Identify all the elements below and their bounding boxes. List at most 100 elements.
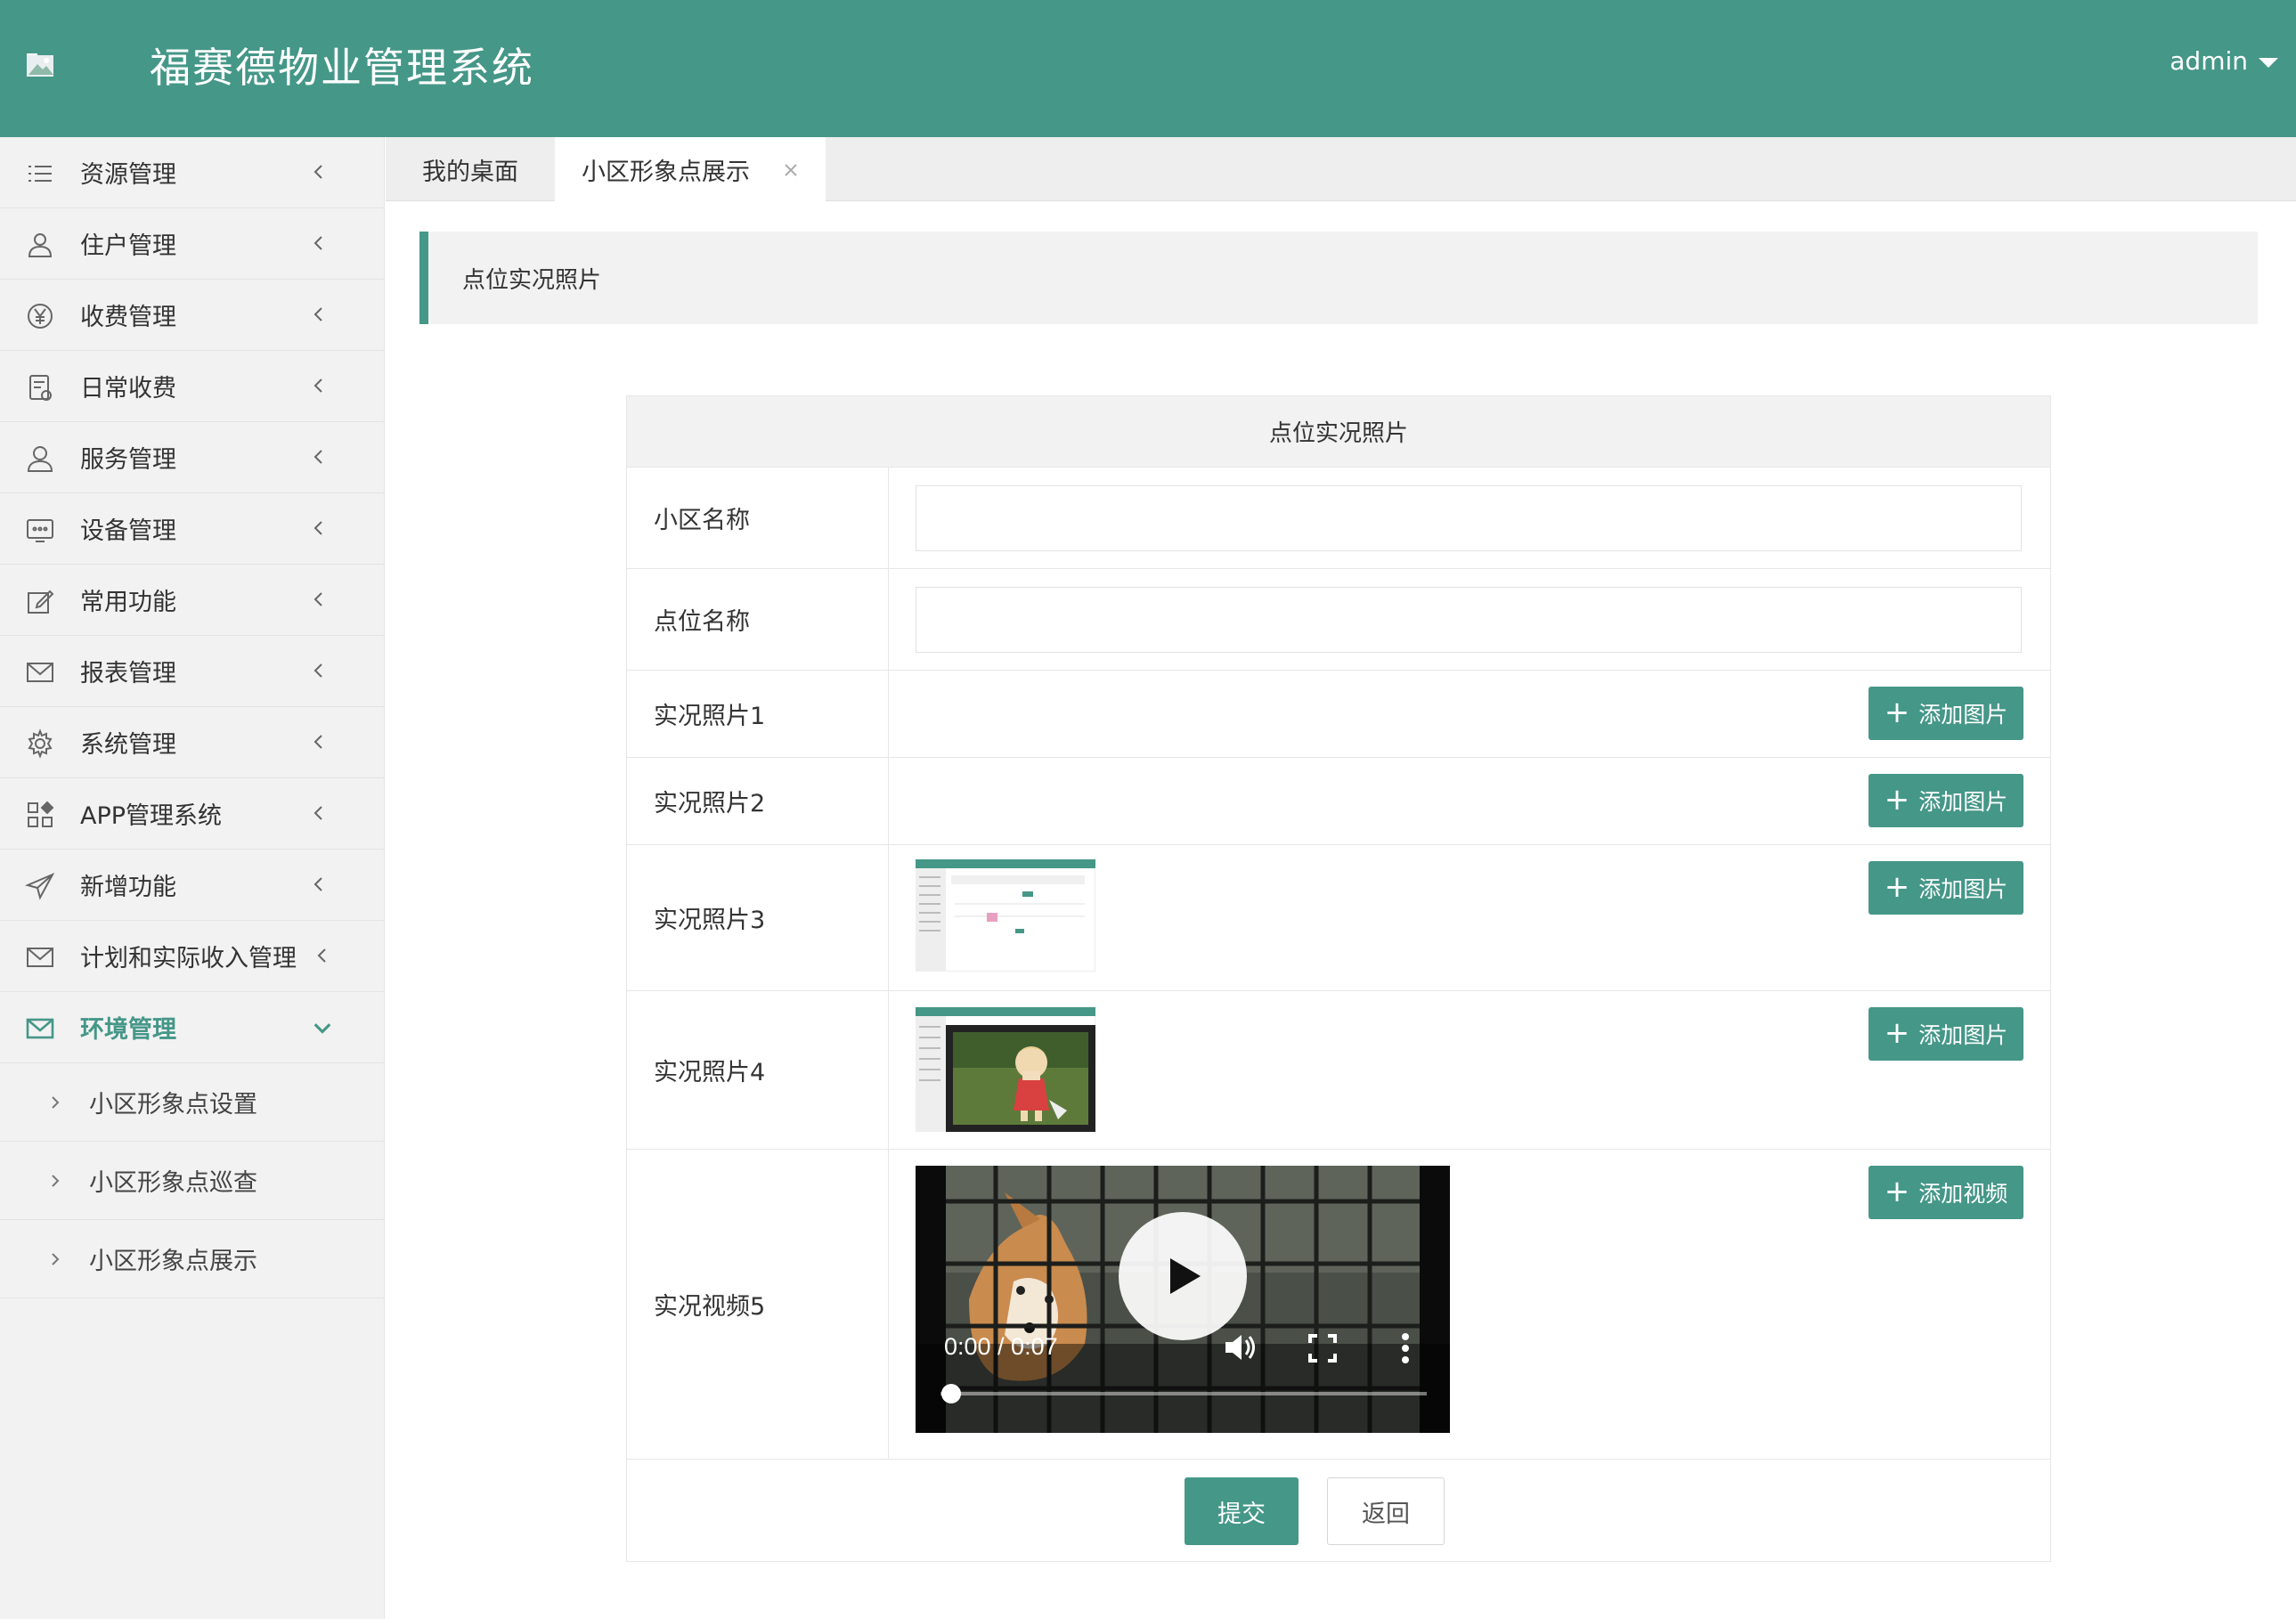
chevron-left-icon bbox=[313, 165, 322, 179]
sidebar-item-label: 住户管理 bbox=[80, 232, 176, 260]
field-label: 小区名称 bbox=[627, 468, 889, 568]
field-label: 实况视频5 bbox=[627, 1150, 889, 1459]
video-progress-bar[interactable] bbox=[940, 1383, 1427, 1404]
sidebar-item-label: 收费管理 bbox=[80, 304, 176, 331]
sidebar: 资源管理 住户管理 收费管理 日常收费 服务管理 设备管理 常用功能 报表管理 bbox=[0, 137, 385, 1619]
chevron-left-icon bbox=[313, 236, 322, 250]
gear-icon bbox=[28, 728, 53, 759]
sidebar-subitem-display[interactable]: 小区形象点展示 bbox=[0, 1220, 384, 1298]
sidebar-item-resources[interactable]: 资源管理 bbox=[0, 137, 384, 208]
form-actions: 提交 返回 bbox=[627, 1460, 2050, 1561]
chevron-right-icon bbox=[52, 1175, 60, 1187]
sidebar-item-residents[interactable]: 住户管理 bbox=[0, 208, 384, 280]
sidebar-item-label: 常用功能 bbox=[80, 589, 176, 616]
row-photo-3: 实况照片3 + 添加图片 bbox=[627, 845, 2050, 991]
sidebar-item-system[interactable]: 系统管理 bbox=[0, 707, 384, 778]
tab-bar: 我的桌面 小区形象点展示 bbox=[386, 137, 2296, 201]
sidebar-item-fees[interactable]: 收费管理 bbox=[0, 280, 384, 351]
point-name-input[interactable] bbox=[916, 587, 2022, 653]
sidebar-item-label: 日常收费 bbox=[80, 375, 176, 403]
community-name-input[interactable] bbox=[916, 485, 2022, 551]
sidebar-item-environment[interactable]: 环境管理 bbox=[0, 992, 384, 1063]
sidebar-item-common[interactable]: 常用功能 bbox=[0, 565, 384, 636]
user-menu[interactable]: admin bbox=[2170, 46, 2278, 76]
play-icon[interactable] bbox=[1119, 1212, 1247, 1340]
sidebar-item-app[interactable]: APP管理系统 bbox=[0, 778, 384, 850]
chevron-left-icon bbox=[313, 307, 322, 321]
chevron-down-icon bbox=[313, 1023, 331, 1034]
sidebar-item-income[interactable]: 计划和实际收入管理 bbox=[0, 921, 384, 992]
user-icon bbox=[28, 233, 53, 257]
add-photo-2-button[interactable]: + 添加图片 bbox=[1869, 774, 2023, 827]
sidebar-item-label: 设备管理 bbox=[80, 517, 176, 545]
yen-icon bbox=[28, 304, 53, 329]
sidebar-subitem-label: 小区形象点设置 bbox=[89, 1091, 257, 1119]
tab-display[interactable]: 小区形象点展示 bbox=[555, 137, 826, 201]
sidebar-subitem-label: 小区形象点展示 bbox=[89, 1248, 257, 1275]
video-player[interactable]: 0:00 / 0:07 bbox=[916, 1166, 1450, 1433]
edit-icon bbox=[28, 590, 54, 614]
sidebar-item-devices[interactable]: 设备管理 bbox=[0, 493, 384, 565]
sidebar-item-label: 报表管理 bbox=[80, 660, 176, 687]
submit-button[interactable]: 提交 bbox=[1185, 1477, 1299, 1545]
send-icon bbox=[25, 872, 55, 900]
form-title: 点位实况照片 bbox=[627, 396, 2050, 468]
mail-icon bbox=[27, 663, 53, 682]
row-community: 小区名称 bbox=[627, 468, 2050, 569]
tab-home[interactable]: 我的桌面 bbox=[386, 137, 555, 201]
photo-4-thumbnail[interactable] bbox=[916, 1007, 1095, 1132]
row-photo-4: 实况照片4 + 添加图片 bbox=[627, 991, 2050, 1150]
sidebar-item-daily-fees[interactable]: 日常收费 bbox=[0, 351, 384, 422]
mail-icon bbox=[27, 948, 53, 967]
sidebar-item-new-features[interactable]: 新增功能 bbox=[0, 850, 384, 921]
chevron-down-icon bbox=[2259, 58, 2278, 68]
plus-icon: + bbox=[1884, 694, 1910, 730]
top-header: 福赛德物业管理系统 admin bbox=[0, 0, 2296, 137]
chevron-left-icon bbox=[313, 877, 322, 891]
sidebar-item-label: 服务管理 bbox=[80, 446, 176, 474]
fullscreen-icon[interactable] bbox=[1307, 1333, 1338, 1363]
mail-icon bbox=[26, 1018, 54, 1039]
sidebar-item-label: 资源管理 bbox=[80, 161, 176, 189]
logo-icon bbox=[27, 53, 53, 77]
person-icon bbox=[27, 446, 53, 472]
sidebar-subitem-settings[interactable]: 小区形象点设置 bbox=[0, 1063, 384, 1142]
apps-icon bbox=[28, 801, 54, 827]
chevron-left-icon bbox=[313, 450, 322, 464]
chevron-right-icon bbox=[52, 1253, 60, 1265]
sidebar-item-label: APP管理系统 bbox=[80, 802, 223, 830]
add-photo-1-button[interactable]: + 添加图片 bbox=[1869, 687, 2023, 740]
notice-bar: 点位实况照片 bbox=[419, 232, 2258, 324]
add-video-button[interactable]: + 添加视频 bbox=[1869, 1166, 2023, 1219]
notice-text: 点位实况照片 bbox=[462, 267, 602, 294]
more-options-icon[interactable] bbox=[1400, 1331, 1411, 1365]
tab-label: 我的桌面 bbox=[422, 158, 518, 186]
bill-icon bbox=[29, 375, 52, 401]
photo-form: 点位实况照片 小区名称 点位名称 实况照片1 + 添加图片 实况照片2 + 添加图片 bbox=[626, 395, 2051, 1562]
plus-icon: + bbox=[1884, 1014, 1910, 1051]
sidebar-item-reports[interactable]: 报表管理 bbox=[0, 636, 384, 707]
field-label: 实况照片1 bbox=[627, 671, 889, 757]
plus-icon: + bbox=[1884, 1173, 1910, 1209]
row-photo-1: 实况照片1 + 添加图片 bbox=[627, 671, 2050, 758]
device-icon bbox=[27, 519, 53, 542]
chevron-right-icon bbox=[52, 1096, 60, 1109]
chevron-left-icon bbox=[313, 592, 322, 606]
chevron-left-icon bbox=[313, 735, 322, 749]
sidebar-item-services[interactable]: 服务管理 bbox=[0, 422, 384, 493]
sidebar-item-label: 新增功能 bbox=[80, 874, 176, 901]
chevron-left-icon bbox=[313, 521, 322, 535]
field-label: 实况照片4 bbox=[627, 991, 889, 1149]
add-photo-3-button[interactable]: + 添加图片 bbox=[1869, 861, 2023, 915]
photo-3-thumbnail[interactable] bbox=[916, 859, 1095, 972]
sidebar-subitem-inspection[interactable]: 小区形象点巡查 bbox=[0, 1142, 384, 1220]
chevron-left-icon bbox=[313, 378, 322, 393]
close-icon[interactable] bbox=[783, 162, 799, 178]
username: admin bbox=[2170, 46, 2248, 76]
video-time: 0:00 / 0:07 bbox=[944, 1333, 1058, 1360]
volume-icon[interactable] bbox=[1222, 1331, 1258, 1363]
back-button[interactable]: 返回 bbox=[1327, 1477, 1445, 1545]
tab-label: 小区形象点展示 bbox=[582, 158, 750, 186]
add-photo-4-button[interactable]: + 添加图片 bbox=[1869, 1007, 2023, 1061]
row-point: 点位名称 bbox=[627, 569, 2050, 671]
